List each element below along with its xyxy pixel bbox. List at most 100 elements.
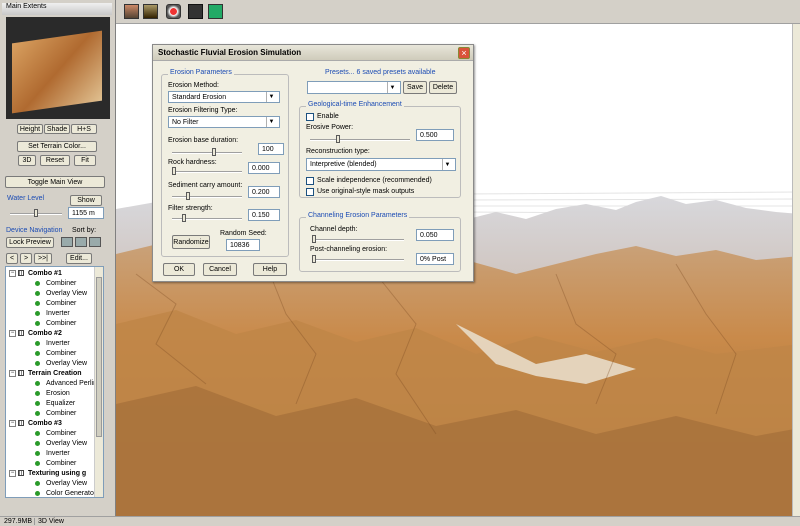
channel-depth-slider[interactable]: [312, 235, 404, 243]
tree-group[interactable]: − Combo #2: [9, 328, 62, 338]
reconstruction-select[interactable]: Interpretive (blended) ▼: [306, 158, 456, 171]
rock-hardness-field[interactable]: 0.000: [248, 162, 280, 174]
tree-item[interactable]: Inverter: [9, 448, 70, 458]
tree-item[interactable]: Combiner: [9, 348, 76, 358]
filter-strength-slider[interactable]: [172, 214, 242, 222]
tree-item[interactable]: Equalizer: [9, 398, 75, 408]
tree-item[interactable]: Combiner: [9, 318, 76, 328]
nav-last-button[interactable]: >>|: [34, 253, 52, 264]
randomize-button[interactable]: Randomize: [172, 235, 210, 249]
3d-button[interactable]: 3D: [18, 155, 36, 166]
sediment-field[interactable]: 0.200: [248, 186, 280, 198]
filter-strength-field[interactable]: 0.150: [248, 209, 280, 221]
main-extents-preview[interactable]: [6, 17, 110, 119]
device-navigation-label: Device Navigation: [6, 227, 63, 234]
help-button[interactable]: Help: [253, 263, 287, 276]
line-icon[interactable]: [208, 4, 223, 19]
tree-item[interactable]: Overlay View: [9, 288, 87, 298]
hs-button[interactable]: H+S: [71, 124, 97, 134]
sort-icon-2[interactable]: [75, 237, 87, 247]
dialog-titlebar[interactable]: Stochastic Fluvial Erosion Simulation ×: [153, 45, 473, 61]
chevron-down-icon: ▼: [442, 159, 452, 170]
tree-item-label: Inverter: [46, 309, 70, 317]
collapse-icon[interactable]: −: [9, 269, 16, 277]
device-icon: [35, 320, 40, 326]
view-status: 3D View: [34, 518, 64, 525]
shade-button[interactable]: Shade: [44, 124, 70, 134]
erosive-power-slider[interactable]: [310, 135, 410, 143]
sediment-slider[interactable]: [172, 192, 242, 200]
tree-group[interactable]: − Combo #3: [9, 418, 62, 428]
random-seed-field[interactable]: 10836: [226, 239, 260, 251]
device-tree[interactable]: − Combo #1 Combiner Overlay View Combiner Inv…: [5, 266, 104, 498]
water-level-field[interactable]: 1155 m: [68, 207, 104, 219]
fit-button[interactable]: Fit: [74, 155, 96, 166]
delete-preset-button[interactable]: Delete: [429, 81, 457, 94]
scale-independence-checkbox[interactable]: [306, 177, 314, 185]
device-icon: [35, 290, 40, 296]
tree-item[interactable]: Color Generator: [9, 488, 96, 497]
post-channel-slider[interactable]: [312, 255, 404, 263]
tree-item[interactable]: Combiner: [9, 408, 76, 418]
tree-item-label: Inverter: [46, 339, 70, 347]
device-icon: [35, 390, 40, 396]
cancel-button[interactable]: Cancel: [203, 263, 237, 276]
group-icon: [18, 470, 24, 476]
tree-group[interactable]: − Texturing using g: [9, 468, 86, 478]
collapse-icon[interactable]: −: [9, 469, 16, 477]
scrollbar-right[interactable]: [792, 24, 800, 516]
enable-checkbox[interactable]: [306, 113, 314, 121]
tree-group[interactable]: − Combo #1: [9, 268, 62, 278]
tree-item[interactable]: Overlay View: [9, 438, 87, 448]
base-duration-field[interactable]: 100: [258, 143, 284, 155]
tree-item[interactable]: Combiner: [9, 458, 76, 468]
camera-icon[interactable]: [166, 4, 181, 19]
post-channel-field[interactable]: 0% Post: [416, 253, 454, 265]
rock-hardness-slider[interactable]: [172, 167, 242, 175]
save-preset-button[interactable]: Save: [403, 81, 427, 94]
lock-icon[interactable]: [188, 4, 203, 19]
chevron-down-icon: ▼: [266, 117, 276, 127]
ok-button[interactable]: OK: [163, 263, 195, 276]
tree-item[interactable]: Overlay View: [9, 478, 87, 488]
edit-button[interactable]: Edit...: [66, 253, 92, 264]
erosion-params-title: Erosion Parameters: [168, 69, 234, 76]
tree-item[interactable]: Inverter: [9, 308, 70, 318]
mask-outputs-label: Use original-style mask outputs: [317, 188, 415, 195]
tree-item[interactable]: Advanced Perlin: [9, 378, 97, 388]
close-icon[interactable]: ×: [458, 47, 470, 59]
terrain-icon[interactable]: [124, 4, 139, 19]
erosion-method-select[interactable]: Standard Erosion ▼: [168, 91, 280, 103]
tree-item[interactable]: Combiner: [9, 428, 76, 438]
presets-select[interactable]: ▼: [307, 81, 401, 94]
channel-depth-field[interactable]: 0.050: [416, 229, 454, 241]
reset-button[interactable]: Reset: [40, 155, 70, 166]
nav-next-button[interactable]: >: [20, 253, 32, 264]
collapse-icon[interactable]: −: [9, 419, 16, 427]
show-water-button[interactable]: Show: [70, 195, 102, 206]
tree-item[interactable]: Combiner: [9, 298, 76, 308]
tree-item[interactable]: Erosion: [9, 388, 70, 398]
nav-prev-button[interactable]: <: [6, 253, 18, 264]
collapse-icon[interactable]: −: [9, 329, 16, 337]
tree-scrollbar[interactable]: [94, 267, 103, 497]
collapse-icon[interactable]: −: [9, 369, 16, 377]
height-button[interactable]: Height: [17, 124, 43, 134]
sort-icon-3[interactable]: [89, 237, 101, 247]
set-terrain-color-button[interactable]: Set Terrain Color...: [17, 141, 97, 152]
water-level-slider[interactable]: [10, 209, 62, 217]
terrain-render-icon[interactable]: [143, 4, 158, 19]
memory-status: 297.9MB: [4, 518, 33, 525]
tree-group[interactable]: − Terrain Creation: [9, 368, 82, 378]
lock-preview-button[interactable]: Lock Preview: [6, 237, 54, 248]
device-icon: [35, 360, 40, 366]
sort-icon-1[interactable]: [61, 237, 73, 247]
base-duration-slider[interactable]: [172, 148, 242, 156]
toggle-main-view-button[interactable]: Toggle Main View: [5, 176, 105, 188]
filtering-type-select[interactable]: No Filter ▼: [168, 116, 280, 128]
tree-item[interactable]: Inverter: [9, 338, 70, 348]
erosive-power-field[interactable]: 0.500: [416, 129, 454, 141]
tree-item[interactable]: Overlay View: [9, 358, 87, 368]
mask-outputs-checkbox[interactable]: [306, 188, 314, 196]
tree-item[interactable]: Combiner: [9, 278, 76, 288]
